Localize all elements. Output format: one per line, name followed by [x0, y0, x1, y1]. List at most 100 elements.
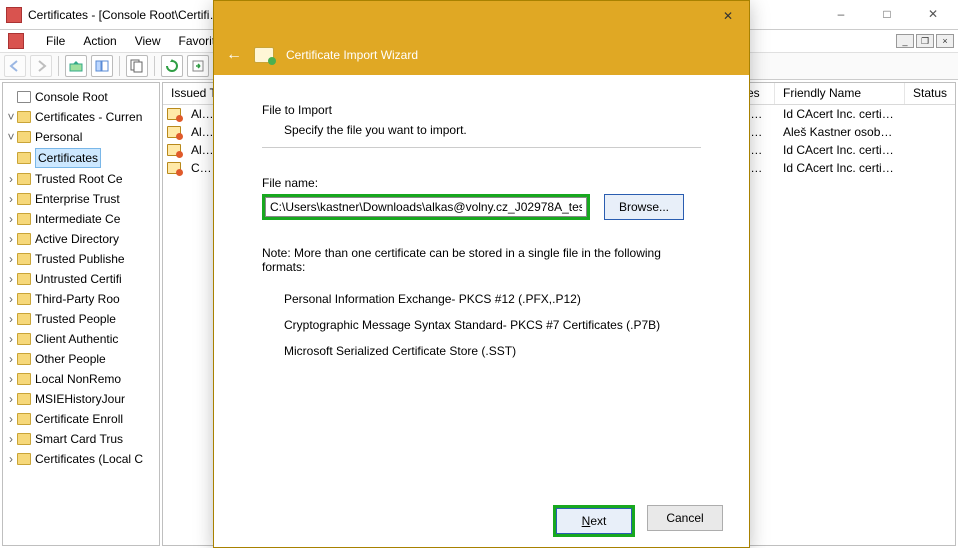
folder-icon — [17, 333, 31, 345]
tree-certificates[interactable]: Certificates — [35, 148, 101, 168]
file-input-highlight — [262, 194, 590, 220]
cell-friendly: Id CAcert Inc. certifi… — [775, 107, 905, 121]
export-button[interactable] — [187, 55, 209, 77]
menu-file[interactable]: File — [46, 34, 65, 48]
format-pfx: Personal Information Exchange- PKCS #12 … — [284, 286, 701, 312]
folder-icon — [17, 193, 31, 205]
folder-icon — [17, 91, 31, 103]
nav-forward-button — [30, 55, 52, 77]
tree-cert-enroll[interactable]: Certificate Enroll — [35, 410, 123, 428]
wizard-icon — [254, 47, 274, 63]
menu-action[interactable]: Action — [83, 34, 116, 48]
copy-button[interactable] — [126, 55, 148, 77]
tree-expander[interactable]: › — [5, 390, 17, 408]
tree-expander[interactable]: › — [5, 170, 17, 188]
app-icon — [6, 7, 22, 23]
cancel-button[interactable]: Cancel — [647, 505, 723, 531]
certificate-icon — [167, 126, 181, 138]
tree-expander[interactable]: › — [5, 410, 17, 428]
certificate-icon — [167, 162, 181, 174]
col-status[interactable]: Status — [905, 83, 955, 104]
next-button-highlight: Next — [553, 505, 635, 537]
next-button[interactable]: Next — [556, 508, 632, 534]
tree-certs-current[interactable]: Certificates - Curren — [35, 108, 142, 126]
folder-icon — [17, 353, 31, 365]
folder-icon — [17, 152, 31, 164]
tree-personal[interactable]: Personal — [35, 128, 82, 146]
folder-icon — [17, 131, 31, 143]
dialog-close-button[interactable]: ✕ — [713, 5, 743, 27]
tree-trusted-people[interactable]: Trusted People — [35, 310, 116, 328]
col-friendly-name[interactable]: Friendly Name — [775, 83, 905, 104]
folder-icon — [17, 453, 31, 465]
file-name-input[interactable] — [265, 197, 587, 217]
up-button[interactable] — [65, 55, 87, 77]
tree-expander[interactable]: › — [5, 350, 17, 368]
tree-active-directory[interactable]: Active Directory — [35, 230, 119, 248]
tree-local-nonremo[interactable]: Local NonRemo — [35, 370, 121, 388]
col-issued-to[interactable]: Issued To — [163, 83, 219, 104]
tree-expander[interactable]: › — [5, 290, 17, 308]
cell-friendly: Aleš Kastner osobní… — [775, 125, 905, 139]
tree-expander[interactable]: › — [5, 250, 17, 268]
tree-trusted-publisher[interactable]: Trusted Publishe — [35, 250, 125, 268]
folder-icon — [17, 393, 31, 405]
folder-icon — [17, 173, 31, 185]
tree-enterprise-trust[interactable]: Enterprise Trust — [35, 190, 120, 208]
window-minimize-button[interactable]: – — [818, 0, 864, 28]
section-description: Specify the file you want to import. — [284, 123, 701, 137]
refresh-button[interactable] — [161, 55, 183, 77]
mdi-minimize-button[interactable]: _ — [896, 34, 914, 48]
tree-expander[interactable]: › — [5, 190, 17, 208]
tree-console-root[interactable]: Console Root — [35, 88, 108, 106]
dialog-footer: Next Cancel — [214, 505, 749, 537]
tree-expander[interactable]: › — [5, 330, 17, 348]
dialog-titlebar[interactable] — [214, 1, 749, 35]
tree-expander[interactable]: › — [5, 310, 17, 328]
tree-expander[interactable]: ˅ — [5, 128, 17, 146]
folder-icon — [17, 273, 31, 285]
tree-intermediate[interactable]: Intermediate Ce — [35, 210, 120, 228]
tree-expander[interactable]: › — [5, 450, 17, 468]
tree-expander[interactable]: ˅ — [5, 108, 17, 126]
tree-trusted-root[interactable]: Trusted Root Ce — [35, 170, 123, 188]
nav-back-button — [4, 55, 26, 77]
format-sst: Microsoft Serialized Certificate Store (… — [284, 338, 701, 364]
certificate-icon — [167, 108, 181, 120]
window-maximize-button[interactable]: □ — [864, 0, 910, 28]
tree-msie-history[interactable]: MSIEHistoryJour — [35, 390, 125, 408]
format-p7b: Cryptographic Message Syntax Standard- P… — [284, 312, 701, 338]
browse-button[interactable]: Browse... — [604, 194, 684, 220]
certificate-import-wizard-dialog: ✕ ← Certificate Import Wizard File to Im… — [213, 0, 750, 548]
folder-icon — [17, 253, 31, 265]
wizard-title: Certificate Import Wizard — [286, 48, 418, 62]
tree-untrusted[interactable]: Untrusted Certifi — [35, 270, 122, 288]
console-tree-pane[interactable]: Console Root ˅ Certificates - Curren ˅ Per… — [2, 82, 160, 546]
tree-other-people[interactable]: Other People — [35, 350, 106, 368]
tree-expander[interactable]: › — [5, 210, 17, 228]
divider — [262, 147, 701, 148]
folder-icon — [17, 213, 31, 225]
tree-expander[interactable]: › — [5, 370, 17, 388]
tree-smart-card[interactable]: Smart Card Trus — [35, 430, 123, 448]
show-hide-tree-button[interactable] — [91, 55, 113, 77]
tree-client-auth[interactable]: Client Authentic — [35, 330, 118, 348]
wizard-back-button[interactable]: ← — [226, 46, 242, 64]
tree-certs-local[interactable]: Certificates (Local C — [35, 450, 143, 468]
window-close-button[interactable]: ✕ — [910, 0, 956, 28]
mdi-restore-button[interactable]: ❐ — [916, 34, 934, 48]
tree-expander[interactable]: › — [5, 270, 17, 288]
mdi-close-button[interactable]: × — [936, 34, 954, 48]
mmc-icon — [8, 33, 24, 49]
tree-expander[interactable]: › — [5, 430, 17, 448]
menu-view[interactable]: View — [135, 34, 161, 48]
section-title: File to Import — [262, 103, 701, 117]
note-text: Note: More than one certificate can be s… — [262, 246, 701, 274]
mdi-controls: _ ❐ × — [896, 34, 954, 48]
tree-third-party[interactable]: Third-Party Roo — [35, 290, 120, 308]
tree-expander[interactable]: › — [5, 230, 17, 248]
folder-icon — [17, 111, 31, 123]
folder-icon — [17, 413, 31, 425]
folder-icon — [17, 293, 31, 305]
window-controls: – □ ✕ — [818, 0, 956, 28]
